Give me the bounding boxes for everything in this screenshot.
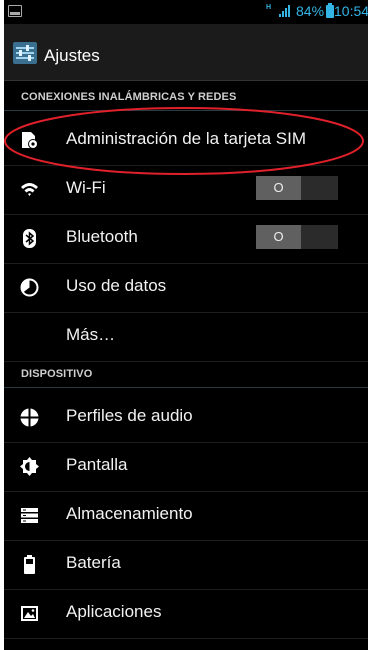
settings-item-label: Bluetooth: [66, 227, 138, 246]
settings-item-apps[interactable]: Aplicaciones: [4, 589, 368, 639]
signal-icon: [279, 5, 290, 17]
settings-item-bluetooth[interactable]: Bluetooth O: [4, 214, 368, 264]
action-bar: Ajustes: [4, 24, 368, 81]
clock: 10:54: [334, 3, 368, 19]
wifi-toggle[interactable]: O: [256, 176, 338, 200]
bluetooth-toggle[interactable]: O: [256, 225, 338, 249]
battery-percent: 84%: [296, 3, 325, 19]
settings-item-battery[interactable]: Batería: [4, 540, 368, 590]
wifi-icon: [21, 183, 38, 196]
data-usage-icon: [20, 278, 39, 297]
section-header-wireless: CONEXIONES INALÁMBRICAS Y REDES: [4, 86, 368, 111]
settings-item-data-usage[interactable]: Uso de datos: [4, 263, 368, 313]
page-title: Ajustes: [44, 46, 100, 65]
apps-icon: [21, 606, 38, 621]
settings-item-label: Pantalla: [66, 455, 128, 474]
settings-item-label: Uso de datos: [66, 276, 167, 295]
settings-item-label: Batería: [66, 553, 121, 572]
settings-item-label: Wi-Fi: [66, 178, 106, 197]
network-type: H: [266, 4, 272, 11]
settings-app-icon[interactable]: [13, 42, 37, 64]
settings-item-label: Perfiles de audio: [66, 406, 193, 425]
settings-item-label: Almacenamiento: [66, 504, 193, 523]
status-bar: H 84% 10:54: [4, 0, 368, 24]
toggle-knob: O: [256, 176, 301, 200]
section-header-device: DISPOSITIVO: [4, 363, 368, 388]
settings-item-wifi[interactable]: Wi-Fi O: [4, 165, 368, 215]
section-title: CONEXIONES INALÁMBRICAS Y REDES: [21, 91, 237, 103]
settings-item-label: Administración de la tarjeta SIM: [66, 129, 306, 148]
settings-item-more[interactable]: Más…: [4, 312, 368, 362]
settings-item-storage[interactable]: Almacenamiento: [4, 491, 368, 541]
sim-card-icon: [22, 132, 38, 149]
phone-screen: H 84% 10:54 Ajustes CONEXIONES INALÁMBRI…: [4, 0, 368, 650]
settings-item-label: Aplicaciones: [66, 602, 162, 621]
settings-item-audio-profiles[interactable]: Perfiles de audio: [4, 393, 368, 443]
settings-item-label: Más…: [66, 325, 116, 344]
toggle-knob: O: [256, 225, 301, 249]
notification-icon: [8, 5, 22, 17]
display-icon: [20, 457, 39, 476]
storage-icon: [21, 508, 38, 523]
audio-profiles-icon: [20, 408, 39, 427]
section-title: DISPOSITIVO: [21, 368, 93, 380]
battery-status-icon: [326, 3, 334, 18]
settings-item-display[interactable]: Pantalla: [4, 442, 368, 492]
battery-icon: [24, 555, 35, 574]
bluetooth-icon: [23, 229, 36, 248]
settings-item-sim-management[interactable]: Administración de la tarjeta SIM: [4, 116, 368, 166]
